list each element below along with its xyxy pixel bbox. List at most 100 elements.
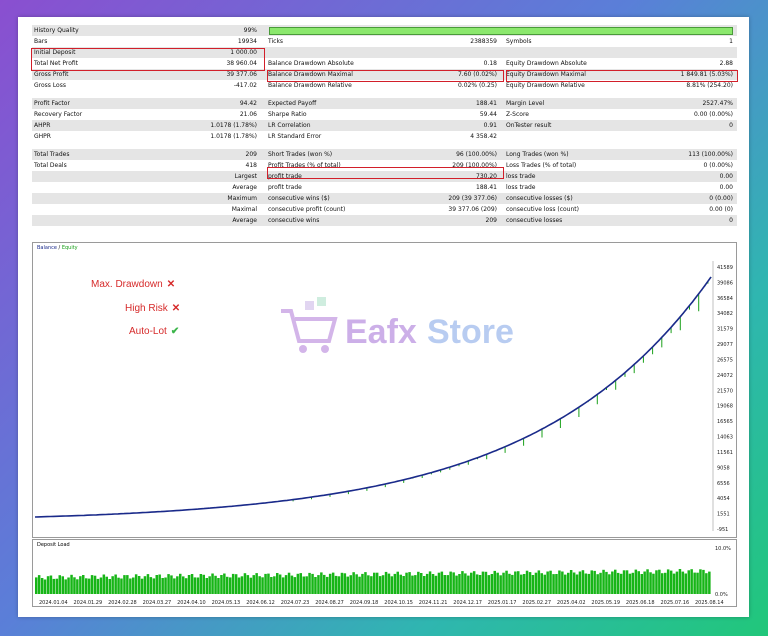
table-row: GHPR 1.0178 (1.78%) LR Standard Error 4 358… xyxy=(32,131,737,142)
load-bar xyxy=(43,579,47,594)
load-bar xyxy=(387,573,391,594)
load-bar xyxy=(578,571,582,594)
x-date-label: 2025.07.16 xyxy=(661,600,690,606)
load-y-bottom: 0.0% xyxy=(715,592,728,598)
load-bar xyxy=(40,578,44,594)
load-bar xyxy=(99,577,103,594)
load-bar xyxy=(85,578,88,594)
report-card: History Quality 99% Bars 19934 Ticks 2388359 S… xyxy=(18,17,749,617)
row-label: Bars xyxy=(34,38,48,45)
y-tick-label: 6556 xyxy=(717,481,730,487)
load-bar xyxy=(437,572,441,594)
load-bar xyxy=(90,575,94,594)
load-bar xyxy=(375,572,379,594)
load-bar xyxy=(323,574,326,594)
load-bar xyxy=(467,575,470,594)
y-tick-label: 29077 xyxy=(717,342,733,348)
load-bar xyxy=(702,569,705,594)
load-bar xyxy=(449,571,452,594)
row-value: 209 xyxy=(245,151,257,158)
row-value: 0 xyxy=(729,122,733,129)
x-date-label: 2024.08.27 xyxy=(315,600,344,606)
load-bar xyxy=(108,579,111,594)
row-label: Recovery Factor xyxy=(34,111,83,118)
load-bar xyxy=(281,577,285,594)
load-bar xyxy=(196,577,200,594)
row-value: 0.00 (0.00%) xyxy=(693,111,733,118)
load-bar xyxy=(270,577,273,594)
load-bar xyxy=(296,573,300,594)
row-label: Total Deals xyxy=(34,162,67,169)
load-bar xyxy=(234,574,238,594)
table-row: Maximum consecutive wins ($) 209 (39 377.0… xyxy=(32,193,737,204)
load-bar xyxy=(134,574,138,594)
y-tick-label: 14063 xyxy=(717,435,733,441)
load-bar xyxy=(173,578,176,594)
load-bar xyxy=(340,572,344,594)
load-bar xyxy=(590,570,593,594)
load-bar xyxy=(373,572,376,594)
load-bar xyxy=(581,570,585,594)
load-bar xyxy=(478,575,482,594)
auto-lot-badge: Auto-Lot ✔ xyxy=(129,326,179,337)
legend-equity: Equity xyxy=(61,245,78,251)
load-bar xyxy=(399,574,402,594)
load-bar xyxy=(358,576,361,594)
load-bar xyxy=(237,577,241,594)
load-bar xyxy=(634,569,638,594)
load-bar xyxy=(684,573,687,594)
load-bar xyxy=(93,575,97,594)
load-bar xyxy=(82,575,85,594)
row-value: 0.18 xyxy=(483,60,497,67)
row-label: profit trade xyxy=(268,184,302,191)
row-value: 1.0178 (1.78%) xyxy=(210,122,257,129)
load-bar xyxy=(640,574,643,594)
load-bar xyxy=(470,572,473,594)
load-bar xyxy=(287,572,291,594)
row-label: consecutive losses xyxy=(506,217,563,224)
load-bar xyxy=(631,572,635,594)
table-row: Total Trades 209 Short Trades (won %) 96 (1… xyxy=(32,149,737,160)
load-bar xyxy=(393,573,397,594)
load-bar xyxy=(355,574,358,594)
row-label: Total Trades xyxy=(34,151,70,158)
row-value: 209 xyxy=(485,217,497,224)
load-y-top: 10.0% xyxy=(715,546,731,552)
load-bar xyxy=(273,576,276,594)
load-bar xyxy=(411,575,414,594)
load-bar xyxy=(564,574,567,594)
y-tick-label: 9058 xyxy=(717,465,730,471)
load-bar xyxy=(123,575,126,594)
eafxstore-watermark: Eafx Store xyxy=(275,293,535,363)
row-sublabel: Maximal xyxy=(231,206,257,213)
load-bar xyxy=(417,571,420,594)
load-bar xyxy=(622,570,626,594)
load-bar xyxy=(311,573,314,594)
row-label: History Quality xyxy=(34,27,79,34)
row-value: 188.41 xyxy=(476,100,497,107)
load-bar xyxy=(440,571,444,594)
row-label: Long Trades (won %) xyxy=(506,151,569,158)
load-bar xyxy=(87,578,91,594)
load-bar xyxy=(493,570,496,594)
load-bar xyxy=(511,574,514,594)
row-value: 96 (100.00%) xyxy=(456,151,497,158)
load-bar xyxy=(611,571,614,594)
load-bar xyxy=(49,575,53,594)
load-bar xyxy=(367,575,370,594)
row-label: Balance Drawdown Absolute xyxy=(268,60,354,67)
load-bar xyxy=(140,578,144,594)
table-gap xyxy=(32,142,737,149)
row-label: LR Correlation xyxy=(268,122,311,129)
y-tick-label: -951 xyxy=(717,527,728,533)
load-bar xyxy=(561,571,564,594)
load-bar xyxy=(699,569,702,594)
row-label: GHPR xyxy=(34,133,51,140)
load-bar xyxy=(223,573,226,594)
load-bar xyxy=(487,575,491,594)
load-bar xyxy=(105,576,108,594)
load-bar xyxy=(661,573,664,594)
row-value: 94.42 xyxy=(239,100,257,107)
check-icon: ✔ xyxy=(170,326,180,337)
load-bar xyxy=(599,572,602,594)
